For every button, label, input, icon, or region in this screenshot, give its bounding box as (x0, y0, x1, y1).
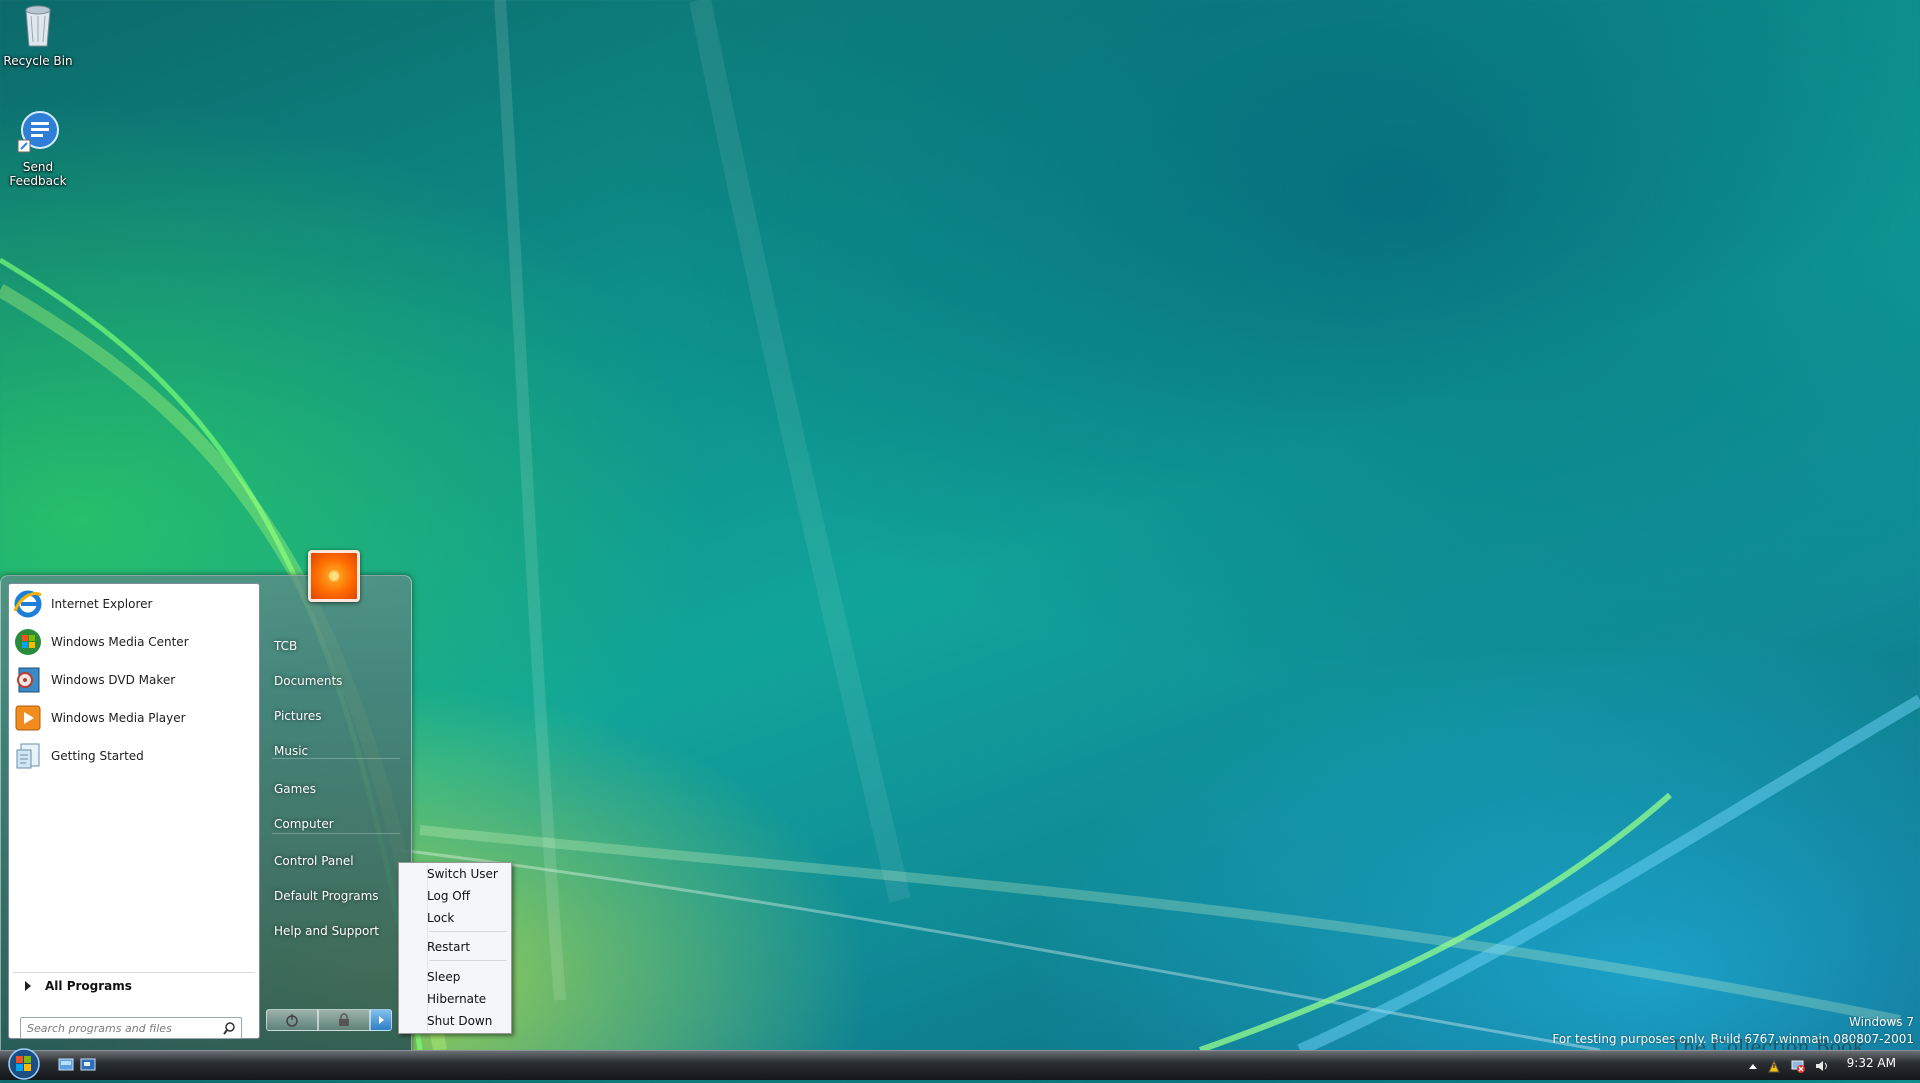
places-item-computer[interactable]: Computer (274, 813, 334, 835)
system-tray (1748, 1058, 1840, 1074)
arrow-right-icon (379, 1016, 384, 1024)
menu-separator (429, 960, 507, 961)
power-icon (286, 1014, 298, 1027)
search-input[interactable]: Search programs and files (20, 1017, 242, 1039)
search-icon (222, 1021, 236, 1035)
user-avatar[interactable] (308, 550, 360, 602)
start-menu-places-pane: TCB Documents Pictures Music Games Compu… (266, 575, 412, 1051)
taskbar (0, 1050, 1920, 1080)
menu-item-sleep[interactable]: Sleep (427, 967, 509, 987)
send-feedback-icon (14, 108, 62, 156)
network-icon[interactable] (1790, 1058, 1806, 1074)
shutdown-options-button[interactable] (370, 1009, 392, 1031)
power-button[interactable] (266, 1009, 318, 1031)
menu-item-lock[interactable]: Lock (427, 908, 509, 928)
menu-item-hibernate[interactable]: Hibernate (427, 989, 509, 1009)
divider (272, 833, 400, 834)
places-item-tcb[interactable]: TCB (274, 635, 297, 657)
menu-item-log-off[interactable]: Log Off (427, 886, 509, 906)
places-item-help-and-support[interactable]: Help and Support (274, 920, 379, 942)
places-item-default-programs[interactable]: Default Programs (274, 885, 379, 907)
menu-separator (429, 931, 507, 932)
action-center-icon[interactable] (1766, 1058, 1782, 1074)
windows-dvd-maker-icon (13, 665, 43, 695)
desktop-icon-recycle-bin[interactable]: Recycle Bin (0, 2, 76, 68)
start-menu: Internet Explorer Windows Media Center W… (0, 575, 412, 1051)
menu-item-switch-user[interactable]: Switch User (427, 864, 509, 884)
show-hidden-icons-icon[interactable] (1748, 1061, 1758, 1071)
places-item-control-panel[interactable]: Control Panel (274, 850, 354, 872)
program-windows-media-center[interactable]: Windows Media Center (13, 625, 253, 659)
getting-started-icon (13, 741, 43, 771)
program-getting-started[interactable]: Getting Started (13, 739, 253, 773)
program-windows-dvd-maker[interactable]: Windows DVD Maker (13, 663, 253, 697)
lock-icon (339, 1013, 349, 1026)
power-options-menu: Switch User Log Off Lock Restart Sleep H… (398, 862, 512, 1034)
places-item-documents[interactable]: Documents (274, 670, 342, 692)
windows-media-player-icon (13, 703, 43, 733)
switch-windows-icon (80, 1058, 96, 1071)
start-button[interactable] (6, 1048, 42, 1080)
places-item-pictures[interactable]: Pictures (274, 705, 322, 727)
quick-launch-show-desktop[interactable] (58, 1058, 74, 1072)
windows-logo-icon (8, 1048, 40, 1080)
places-item-games[interactable]: Games (274, 778, 316, 800)
desktop-icon-send-feedback[interactable]: Send Feedback (0, 108, 76, 188)
volume-icon[interactable] (1814, 1058, 1830, 1074)
recycle-bin-icon (14, 2, 62, 50)
desktop-icon-label: Recycle Bin (3, 54, 73, 68)
quick-launch-switch-windows[interactable] (80, 1058, 96, 1072)
arrow-right-icon (25, 981, 31, 991)
divider (272, 758, 400, 759)
show-desktop-icon (58, 1058, 74, 1071)
menu-item-restart[interactable]: Restart (427, 937, 509, 957)
windows-media-center-icon (13, 627, 43, 657)
program-windows-media-player[interactable]: Windows Media Player (13, 701, 253, 735)
program-internet-explorer[interactable]: Internet Explorer (13, 587, 253, 621)
start-menu-programs-pane: Internet Explorer Windows Media Center W… (8, 583, 260, 1039)
lock-button[interactable] (318, 1009, 370, 1031)
desktop-icon-label: Send Feedback (9, 160, 67, 188)
menu-item-shut-down[interactable]: Shut Down (427, 1011, 509, 1031)
internet-explorer-icon (13, 589, 43, 619)
taskbar-clock[interactable]: 9:32 AM (1847, 1056, 1896, 1070)
power-button-group (266, 1009, 396, 1031)
all-programs-button[interactable]: All Programs (13, 972, 255, 999)
